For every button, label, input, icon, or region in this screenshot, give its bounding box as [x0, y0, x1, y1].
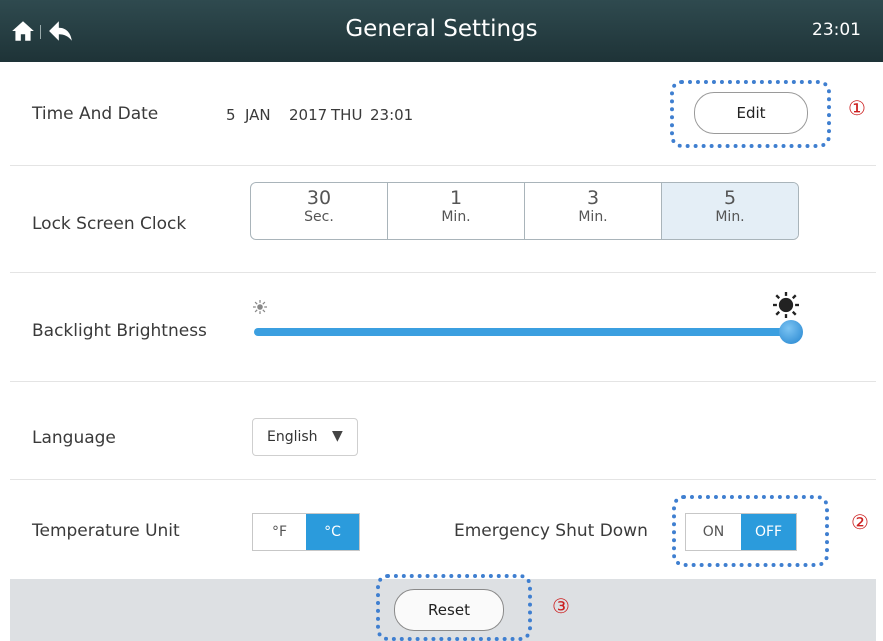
lock-option-value: 3 — [586, 187, 600, 209]
temperature-row: Temperature Unit °F °C Emergency Shut Do… — [10, 480, 876, 579]
emergency-label: Emergency Shut Down — [454, 521, 648, 541]
date-day: 5 — [226, 106, 236, 124]
fahrenheit-option[interactable]: °F — [253, 514, 306, 550]
lock-option-value: 1 — [449, 187, 463, 209]
header-bar: General Settings 23:01 — [0, 0, 883, 62]
marker-3: ③ — [552, 594, 570, 618]
brightness-slider-thumb[interactable] — [779, 320, 803, 344]
emergency-off-option[interactable]: OFF — [741, 514, 796, 550]
header-clock: 23:01 — [812, 20, 861, 40]
celsius-option[interactable]: °C — [306, 514, 359, 550]
sun-small-icon — [253, 300, 267, 314]
temperature-unit-toggle: °F °C — [252, 513, 360, 551]
backlight-label: Backlight Brightness — [32, 321, 207, 341]
date-time: 23:01 — [370, 106, 414, 124]
date-month: JAN — [245, 106, 271, 124]
lock-option-30-sec[interactable]: 30 Sec. — [251, 183, 388, 239]
date-year: 2017 — [289, 106, 328, 124]
lock-option-3-min[interactable]: 3 Min. — [525, 183, 662, 239]
backlight-row: Backlight Brightness — [10, 273, 876, 382]
language-value: English — [267, 429, 318, 445]
bottom-bar: Reset ③ — [10, 574, 876, 641]
edit-button[interactable]: Edit — [694, 92, 808, 134]
time-date-row: Time And Date 5 JAN 2017 THU 23:01 Edit … — [10, 62, 876, 166]
lock-option-value: 5 — [723, 187, 737, 209]
lock-option-unit: Min. — [441, 209, 471, 225]
lock-option-5-min[interactable]: 5 Min. — [662, 183, 798, 239]
language-label: Language — [32, 428, 116, 448]
emergency-on-option[interactable]: ON — [686, 514, 741, 550]
lock-option-unit: Sec. — [304, 209, 334, 225]
marker-2: ② — [851, 510, 869, 534]
lock-option-unit: Min. — [578, 209, 608, 225]
lock-option-value: 30 — [306, 187, 332, 209]
marker-1: ① — [848, 96, 866, 120]
lock-screen-label: Lock Screen Clock — [32, 214, 187, 234]
date-weekday: THU — [331, 106, 363, 124]
brightness-track[interactable] — [254, 328, 791, 336]
lock-screen-selector: 30 Sec. 1 Min. 3 Min. 5 Min. — [250, 182, 799, 240]
temperature-label: Temperature Unit — [32, 521, 180, 541]
emergency-toggle: ON OFF — [685, 513, 797, 551]
language-row: Language English ▼ — [10, 382, 876, 480]
time-date-label: Time And Date — [32, 104, 159, 124]
lock-option-1-min[interactable]: 1 Min. — [388, 183, 525, 239]
reset-button[interactable]: Reset — [394, 589, 504, 631]
dropdown-arrow-icon: ▼ — [332, 428, 343, 444]
sun-large-icon — [773, 292, 799, 318]
page-title: General Settings — [345, 16, 538, 42]
lock-screen-row: Lock Screen Clock 30 Sec. 1 Min. 3 Min. … — [10, 166, 876, 273]
lock-option-unit: Min. — [715, 209, 745, 225]
language-select[interactable]: English ▼ — [252, 418, 358, 456]
